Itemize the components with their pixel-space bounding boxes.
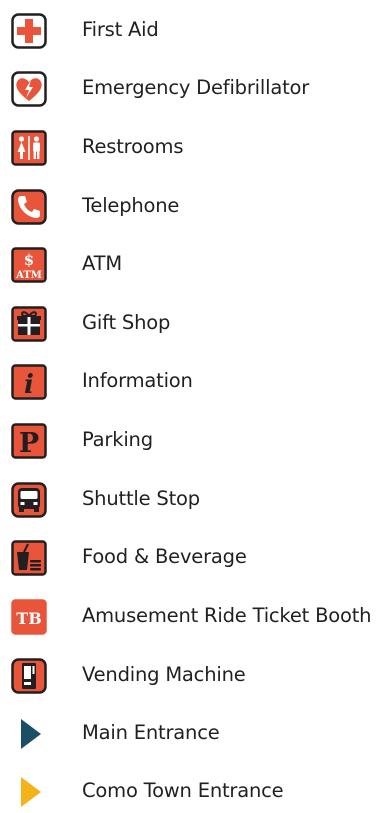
map-legend: First Aid Emergency Defibrillator Restro… — [0, 0, 385, 809]
legend-item-vending-machine: Vending Machine — [0, 653, 385, 697]
legend-item-food-beverage: Food & Beverage — [0, 535, 385, 579]
legend-item-como-town-entrance: Como Town Entrance — [0, 769, 385, 813]
legend-label: Main Entrance — [82, 721, 220, 744]
legend-label: Parking — [82, 428, 153, 451]
parking-icon-text: P — [19, 428, 39, 459]
atm-icon-text: ATM — [15, 270, 42, 281]
parking-icon: P — [11, 423, 47, 459]
legend-item-defibrillator: Emergency Defibrillator — [0, 66, 385, 110]
legend-label: Vending Machine — [82, 663, 246, 686]
legend-label: Food & Beverage — [82, 545, 247, 568]
legend-item-first-aid: First Aid — [0, 8, 385, 52]
legend-label: Restrooms — [82, 135, 184, 158]
information-icon-text: i — [24, 370, 34, 400]
defibrillator-icon — [11, 71, 47, 107]
first-aid-icon — [11, 13, 47, 49]
telephone-icon — [11, 189, 47, 225]
legend-label: Emergency Defibrillator — [82, 76, 310, 99]
legend-item-atm: $ ATM ATM — [0, 242, 385, 286]
legend-label: Shuttle Stop — [82, 487, 200, 510]
legend-item-main-entrance: Main Entrance — [0, 711, 385, 755]
atm-dollar-sign: $ — [24, 251, 34, 269]
main-entrance-icon — [11, 716, 47, 752]
legend-item-shuttle-stop: Shuttle Stop — [0, 477, 385, 521]
food-beverage-icon — [11, 540, 47, 576]
como-town-entrance-icon — [11, 774, 47, 810]
legend-label: Como Town Entrance — [82, 779, 284, 802]
legend-label: ATM — [82, 252, 122, 275]
legend-label: Gift Shop — [82, 311, 171, 334]
legend-item-restrooms: Restrooms — [0, 125, 385, 169]
legend-item-ticket-booth: TB Amusement Ride Ticket Booth — [0, 594, 385, 638]
legend-label: First Aid — [82, 18, 159, 41]
information-icon: i — [11, 364, 47, 400]
legend-item-gift-shop: Gift Shop — [0, 301, 385, 345]
vending-machine-icon — [11, 658, 47, 694]
ticket-booth-icon: TB — [11, 599, 47, 635]
legend-item-telephone: Telephone — [0, 184, 385, 228]
shuttle-icon — [11, 482, 47, 518]
gift-icon — [11, 306, 47, 342]
ticket-booth-icon-text: TB — [16, 609, 41, 628]
legend-label: Amusement Ride Ticket Booth — [82, 604, 372, 627]
legend-item-information: i Information — [0, 359, 385, 403]
legend-item-parking: P Parking — [0, 418, 385, 462]
restrooms-icon — [11, 130, 47, 166]
legend-label: Information — [82, 369, 193, 392]
legend-label: Telephone — [82, 194, 180, 217]
atm-icon: $ ATM — [11, 247, 47, 283]
